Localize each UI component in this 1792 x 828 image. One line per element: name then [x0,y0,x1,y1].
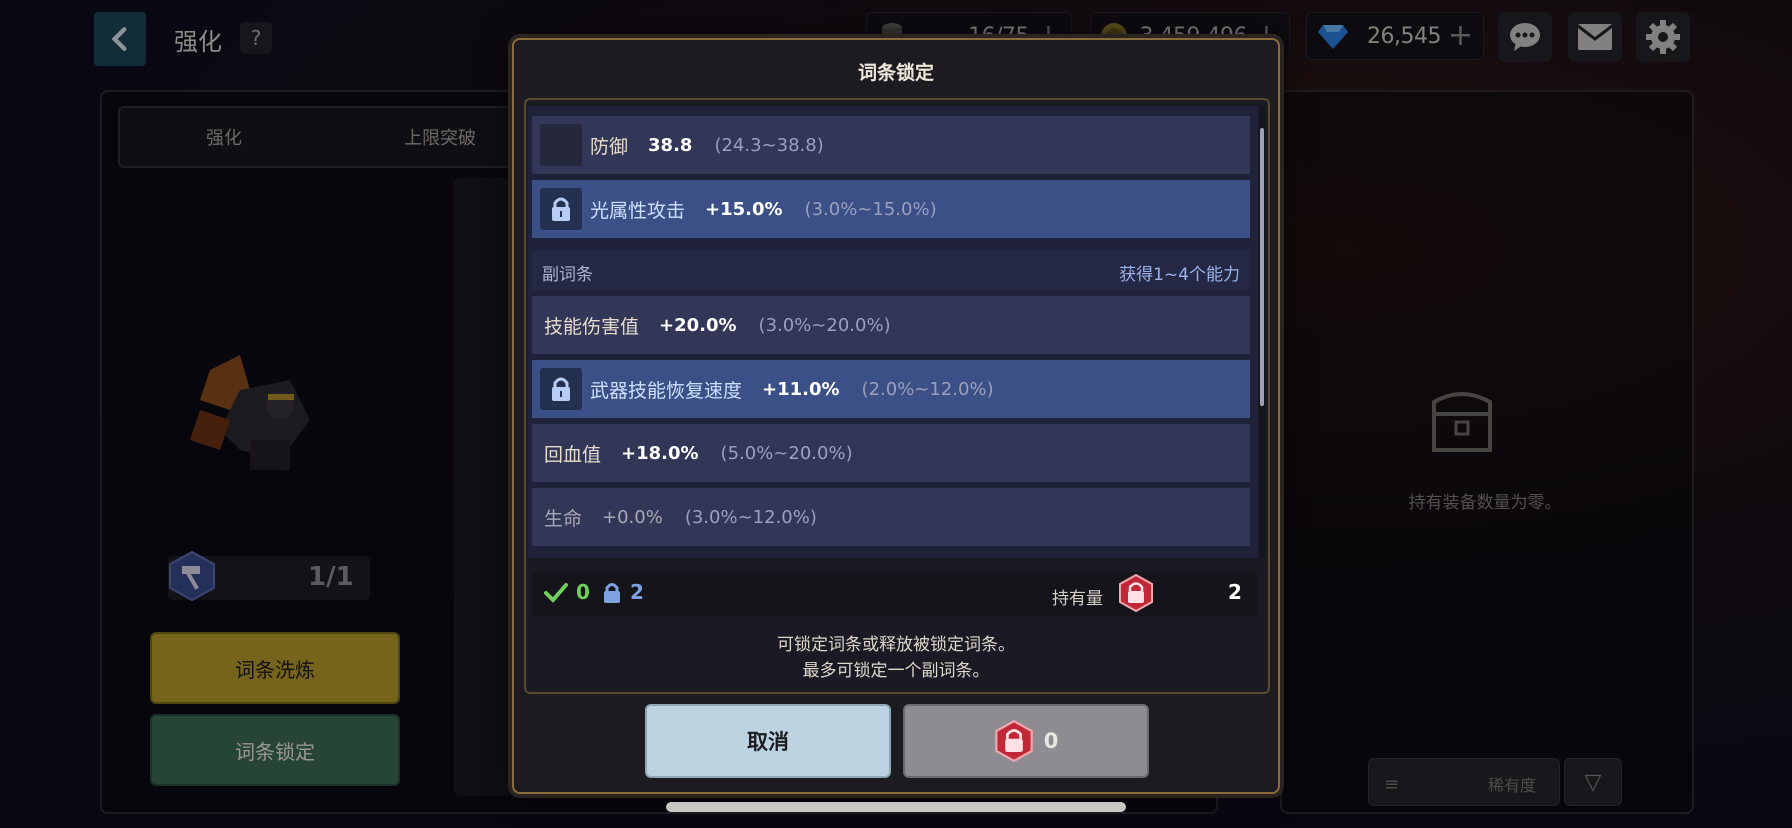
holding-count: 2 [1228,580,1242,604]
stat-range: (2.0%~12.0%) [861,378,994,400]
dialog-title: 词条锁定 [857,62,934,84]
stat-name: 技能伤害值 [544,315,640,338]
confirm-lock-button[interactable]: 0 [903,704,1149,778]
substat-row[interactable]: 技能伤害值 +20.0% (3.0%~20.0%) [532,296,1250,354]
stat-name: 生命 [544,507,583,530]
stat-value: +18.0% [621,442,699,464]
check-icon [544,583,568,603]
stat-range: (3.0%~15.0%) [804,198,937,220]
lock-icon [604,583,620,603]
lock-slot [540,368,582,410]
lock-token-icon [1119,574,1153,612]
stat-value: +0.0% [602,506,663,528]
substat-header: 副词条 获得1~4个能力 [532,250,1250,290]
info-text-line2: 最多可锁定一个副词条。 [802,661,990,681]
stat-name: 防御 [590,135,629,158]
main-stat-row: 光属性攻击 +15.0% (3.0%~15.0%) [532,180,1250,238]
stat-name: 武器技能恢复速度 [590,379,743,402]
substat-header-label: 副词条 [542,265,593,285]
stat-list: 防御 38.8 (24.3~38.8) 光属性攻击 +15.0% (3.0%~1… [528,106,1258,558]
lock-icon [552,197,570,221]
home-indicator[interactable] [666,802,1126,812]
substat-row[interactable]: 武器技能恢复速度 +11.0% (2.0%~12.0%) [532,360,1250,418]
stat-range: (3.0%~20.0%) [758,314,891,336]
stat-value: 38.8 [648,134,693,156]
lock-slot [540,188,582,230]
stat-name: 光属性攻击 [590,199,686,222]
lock-slot-empty [540,124,582,166]
cancel-button[interactable]: 取消 [645,704,891,778]
locked-count: 2 [630,580,644,604]
stat-range: (3.0%~12.0%) [684,506,817,528]
stat-range: (24.3~38.8) [714,134,824,156]
lock-token-icon [994,720,1033,762]
stat-value: +15.0% [705,198,783,220]
stat-value: +11.0% [762,378,840,400]
lock-cost: 0 [1043,729,1059,753]
stat-name: 回血值 [544,443,602,466]
info-text-line1: 可锁定词条或释放被锁定词条。 [777,635,1015,655]
scrollbar-thumb[interactable] [1260,128,1264,406]
substat-row[interactable]: 生命 +0.0% (3.0%~12.0%) [532,488,1250,546]
substat-header-info: 获得1~4个能力 [1119,265,1240,285]
main-stat-row: 防御 38.8 (24.3~38.8) [532,116,1250,174]
stat-value: +20.0% [659,314,737,336]
selected-count: 0 [576,580,590,604]
substat-row[interactable]: 回血值 +18.0% (5.0%~20.0%) [532,424,1250,482]
lock-icon [552,377,570,401]
stat-range: (5.0%~20.0%) [720,442,853,464]
holding-label: 持有量 [1052,589,1103,609]
